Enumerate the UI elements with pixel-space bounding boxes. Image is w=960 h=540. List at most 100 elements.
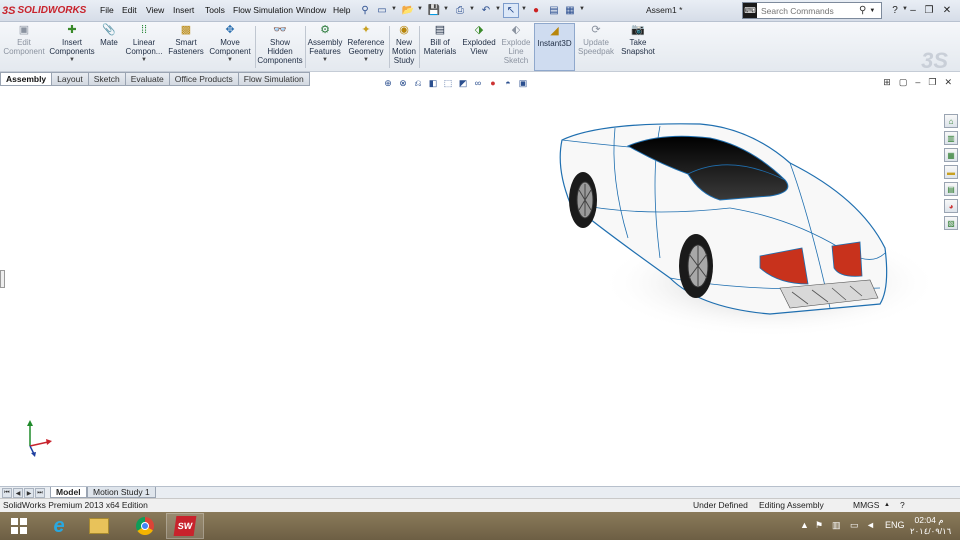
internet-explorer-button[interactable]: e [40, 513, 78, 539]
split-view-icon[interactable]: ⊞ [883, 77, 891, 88]
folder-icon[interactable]: ▬ [944, 165, 958, 179]
file-properties-icon[interactable]: ▤ [546, 3, 562, 18]
volume-icon[interactable]: ◄ [866, 520, 875, 530]
insert-components-dropdown-icon[interactable]: ▼ [69, 56, 75, 65]
display-style-icon[interactable]: ◩ [457, 77, 469, 89]
tab-sketch[interactable]: Sketch [88, 72, 126, 86]
viewport-restore-icon[interactable]: ❐ [928, 77, 936, 88]
options-dropdown-icon[interactable]: ▼ [579, 6, 585, 12]
file-explorer-icon[interactable]: ▦ [944, 148, 958, 162]
last-tab-icon[interactable]: ⏭ [35, 488, 45, 498]
design-library-icon[interactable]: ▥ [944, 131, 958, 145]
language-indicator[interactable]: ENG [885, 520, 905, 530]
move-component-button[interactable]: ✥ Move Component ▼ [207, 23, 253, 71]
exploded-view-button[interactable]: ⬗ Exploded View [461, 23, 497, 71]
prev-tab-icon[interactable]: ◀ [13, 488, 23, 498]
hide-show-items-icon[interactable]: ∞ [472, 77, 484, 89]
section-view-icon[interactable]: ◧ [427, 77, 439, 89]
menu-tools[interactable]: Tools [205, 5, 225, 15]
zoom-to-area-icon[interactable]: ⊗ [397, 77, 409, 89]
menu-view[interactable]: View [146, 5, 164, 15]
help-status-icon[interactable]: ? [900, 499, 905, 512]
menu-flow-simulation[interactable]: Flow Simulation [233, 5, 293, 15]
assembly-features-dropdown-icon[interactable]: ▼ [322, 56, 328, 65]
move-component-dropdown-icon[interactable]: ▼ [227, 56, 233, 65]
reference-geometry-button[interactable]: ✦ Reference Geometry ▼ [345, 23, 387, 71]
search-commands[interactable]: ⌨ ⚲ ▼ [742, 2, 882, 19]
chrome-button[interactable] [126, 513, 164, 539]
linear-pattern-dropdown-icon[interactable]: ▼ [141, 56, 147, 65]
explode-line-sketch-button[interactable]: ⬖ Explode Line Sketch [499, 23, 533, 71]
zoom-to-fit-icon[interactable]: ⊕ [382, 77, 394, 89]
solidworks-taskbar-button[interactable]: SW [166, 513, 204, 539]
units-dropdown-icon[interactable]: ▲ [884, 499, 890, 512]
undo-dropdown-icon[interactable]: ▼ [495, 6, 501, 12]
network-icon[interactable]: ▥ [832, 520, 841, 531]
edit-appearance-icon[interactable]: ● [487, 77, 499, 89]
action-center-icon[interactable]: ⚑ [815, 520, 823, 531]
pin-icon[interactable]: ⚲ [357, 3, 373, 18]
units-selector[interactable]: MMGS [853, 499, 879, 512]
rebuild-icon[interactable]: ● [528, 3, 544, 18]
previous-view-icon[interactable]: ⎌ [412, 77, 424, 89]
menu-insert[interactable]: Insert [173, 5, 194, 15]
open-dropdown-icon[interactable]: ▼ [417, 6, 423, 12]
view-palette-icon[interactable]: ▤ [944, 182, 958, 196]
show-hidden-components-button[interactable]: 👓 Show Hidden Components [257, 23, 303, 71]
first-tab-icon[interactable]: ⏮ [2, 488, 12, 498]
undo-icon[interactable]: ↶ [478, 3, 494, 18]
new-document-icon[interactable]: ▭ [374, 3, 390, 18]
edit-component-button[interactable]: ▣ Edit Component [3, 23, 45, 71]
reference-geometry-dropdown-icon[interactable]: ▼ [363, 56, 369, 65]
minimize-icon[interactable]: – [906, 3, 920, 17]
mate-button[interactable]: 📎 Mate [97, 23, 121, 71]
assembly-features-button[interactable]: ⚙ Assembly Features ▼ [307, 23, 343, 71]
link-views-icon[interactable]: ▢ [899, 77, 908, 88]
print-dropdown-icon[interactable]: ▼ [469, 6, 475, 12]
smart-fasteners-button[interactable]: ▩ Smart Fasteners [167, 23, 205, 71]
close-icon[interactable]: ✕ [940, 3, 954, 17]
file-explorer-button[interactable] [80, 513, 118, 539]
custom-properties-icon[interactable]: ▧ [944, 216, 958, 230]
viewport-minimize-icon[interactable]: – [915, 77, 920, 88]
search-scope-icon[interactable]: ⌨ [743, 3, 757, 18]
battery-icon[interactable]: ▭ [850, 520, 859, 531]
search-icon[interactable]: ⚲ [859, 5, 866, 16]
menu-help[interactable]: Help [333, 5, 350, 15]
print-icon[interactable]: ⎙ [452, 3, 468, 18]
instant3d-button[interactable]: ◢ Instant3D [534, 23, 575, 71]
options-icon[interactable]: ▦ [562, 3, 578, 18]
new-dropdown-icon[interactable]: ▼ [391, 6, 397, 12]
tab-motion-study-1[interactable]: Motion Study 1 [87, 487, 156, 498]
solidworks-logo[interactable]: 3S SOLIDWORKS [2, 2, 90, 19]
tab-evaluate[interactable]: Evaluate [125, 72, 170, 86]
menu-file[interactable]: File [100, 5, 114, 15]
update-speedpak-button[interactable]: ⟳ Update Speedpak [577, 23, 615, 71]
save-dropdown-icon[interactable]: ▼ [443, 6, 449, 12]
menu-edit[interactable]: Edit [122, 5, 137, 15]
tray-overflow-icon[interactable]: ▲ [800, 520, 809, 530]
insert-components-button[interactable]: ✚ Insert Components ▼ [48, 23, 96, 71]
car-model[interactable] [540, 108, 940, 348]
start-button[interactable] [0, 513, 38, 539]
search-dropdown-icon[interactable]: ▼ [869, 8, 875, 14]
tab-assembly[interactable]: Assembly [0, 72, 53, 86]
menu-window[interactable]: Window [296, 5, 326, 15]
new-motion-study-button[interactable]: ◉ New Motion Study [391, 23, 417, 71]
restore-icon[interactable]: ❐ [922, 3, 936, 17]
take-snapshot-button[interactable]: 📷 Take Snapshot [618, 23, 658, 71]
tab-flow-simulation[interactable]: Flow Simulation [238, 72, 310, 86]
feature-manager-expand-handle[interactable] [0, 270, 5, 288]
open-icon[interactable]: 📂 [400, 3, 416, 18]
tab-model[interactable]: Model [50, 487, 87, 498]
view-settings-icon[interactable]: ▣ [517, 77, 529, 89]
select-dropdown-icon[interactable]: ▼ [521, 6, 527, 12]
linear-pattern-button[interactable]: ⁞⁞ Linear Compon... ▼ [123, 23, 165, 71]
select-icon[interactable]: ↖ [503, 3, 519, 18]
help-icon[interactable]: ? [888, 3, 902, 17]
tab-layout[interactable]: Layout [52, 72, 89, 86]
view-orientation-icon[interactable]: ⬚ [442, 77, 454, 89]
appearances-icon[interactable]: ◕ [944, 199, 958, 213]
solidworks-resources-icon[interactable]: ⌂ [944, 114, 958, 128]
bill-of-materials-button[interactable]: ▤ Bill of Materials [421, 23, 459, 71]
